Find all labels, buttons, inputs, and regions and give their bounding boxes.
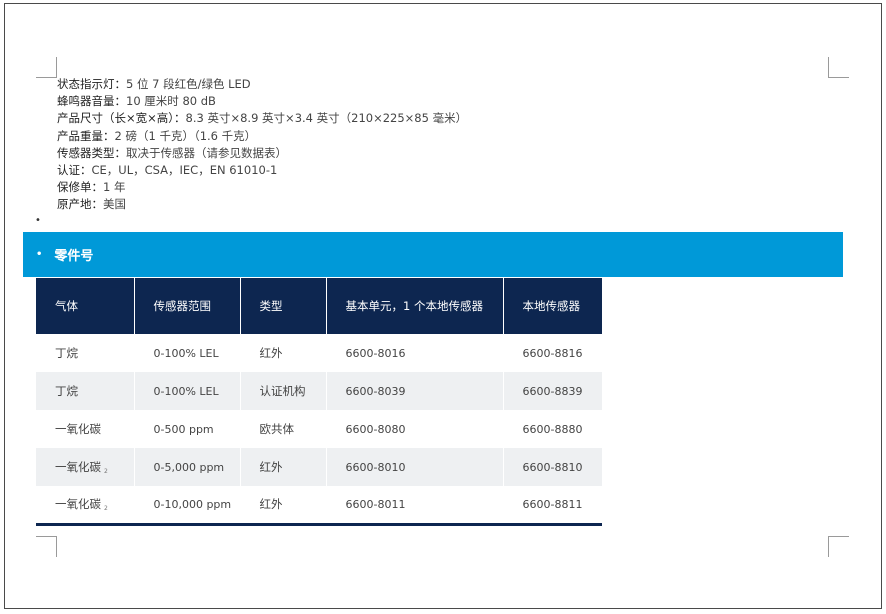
crop-mark-bottom-left (36, 536, 57, 557)
footnote-marker: 2 (104, 468, 108, 475)
section-title: 零件号 (54, 249, 94, 264)
cell-range: 0-100% LEL (134, 372, 241, 410)
table-row: 一氧化碳 0-500 ppm 欧共体 6600-8080 6600-8880 (36, 410, 602, 448)
cell-base-unit: 6600-8016 (326, 334, 504, 372)
cell-local-sensor: 6600-8816 (522, 346, 583, 360)
spec-warranty: 保修单：1 年 (57, 180, 126, 195)
spec-weight: 产品重量：2 磅（1 千克）（1.6 千克） (57, 128, 257, 143)
section-header-part-numbers: • 零件号 (23, 232, 843, 277)
cell-range: 0-5,000 ppm (134, 448, 241, 486)
crop-mark-bottom-right (828, 536, 849, 557)
cell-gas: 丁烷 (36, 334, 135, 372)
cell-local-sensor: 6600-8811 (503, 486, 602, 526)
cell-type: 红外 (240, 486, 327, 526)
cell-gas: 一氧化碳 2 (36, 486, 135, 526)
table-row: 一氧化碳 2 0-5,000 ppm 红外 6600-8010 6600-8810 (36, 448, 602, 486)
cell-base-unit: 6600-8039 (326, 372, 504, 410)
spec-list: 状态指示灯：5 位 7 段红色/绿色 LED 蜂鸣器音量：10 厘米时 80 d… (57, 76, 467, 214)
cell-range: 0-100% LEL (134, 334, 241, 372)
header-gas: 气体 (36, 278, 135, 334)
table-row: 一氧化碳 2 0-10,000 ppm 红外 6600-8011 6600-881… (36, 486, 602, 526)
bullet-icon: • (36, 249, 43, 260)
spec-certification: 认证：CE，UL，CSA，IEC，EN 61010-1 (57, 163, 278, 178)
spec-buzzer-volume: 蜂鸣器音量：10 厘米时 80 dB (57, 94, 216, 109)
empty-bullet: • (35, 215, 41, 226)
header-base-unit: 基本单元，1 个本地传感器 (326, 278, 504, 334)
cell-base-unit: 6600-8080 (326, 410, 504, 448)
header-local-sensor: 本地传感器 (503, 278, 602, 334)
cell-local-sensor: 6600-8880 (522, 422, 583, 436)
header-sensor-range: 传感器范围 (134, 278, 241, 334)
cell-base-unit: 6600-8010 (326, 448, 504, 486)
cell-gas: 一氧化碳 (36, 410, 135, 448)
cell-gas: 丁烷 (36, 372, 135, 410)
spec-status-led: 状态指示灯：5 位 7 段红色/绿色 LED (57, 77, 251, 91)
cell-local-sensor: 6600-8839 (503, 372, 602, 410)
spec-sensor-type: 传感器类型：取决于传感器（请参见数据表） (57, 145, 287, 160)
cell-type: 红外 (240, 448, 327, 486)
part-number-table: 气体 传感器范围 类型 基本单元，1 个本地传感器 本地传感器 丁烷 0-100… (36, 278, 602, 526)
header-type: 类型 (240, 278, 327, 334)
cell-type: 认证机构 (240, 372, 327, 410)
cell-type: 欧共体 (240, 410, 327, 448)
spec-dimensions: 产品尺寸（长×宽×高）：8.3 英寸×8.9 英寸×3.4 英寸（210×225… (57, 111, 468, 126)
table-row: 丁烷 0-100% LEL 认证机构 6600-8039 6600-8839 (36, 372, 602, 410)
cell-local-sensor: 6600-8810 (503, 448, 602, 486)
cell-type: 红外 (240, 334, 327, 372)
cell-range: 0-500 ppm (134, 410, 241, 448)
cell-base-unit: 6600-8011 (326, 486, 504, 526)
table-row: 丁烷 0-100% LEL 红外 6600-8016 6600-8816 (36, 334, 602, 372)
cell-gas: 一氧化碳 2 (36, 448, 135, 486)
cell-range: 0-10,000 ppm (134, 486, 241, 526)
spec-origin: 原产地：美国 (57, 197, 126, 212)
table-header-row: 气体 传感器范围 类型 基本单元，1 个本地传感器 本地传感器 (36, 278, 602, 334)
footnote-marker: 2 (104, 505, 108, 513)
crop-mark-top-right (828, 57, 849, 78)
crop-mark-top-left (36, 57, 57, 78)
